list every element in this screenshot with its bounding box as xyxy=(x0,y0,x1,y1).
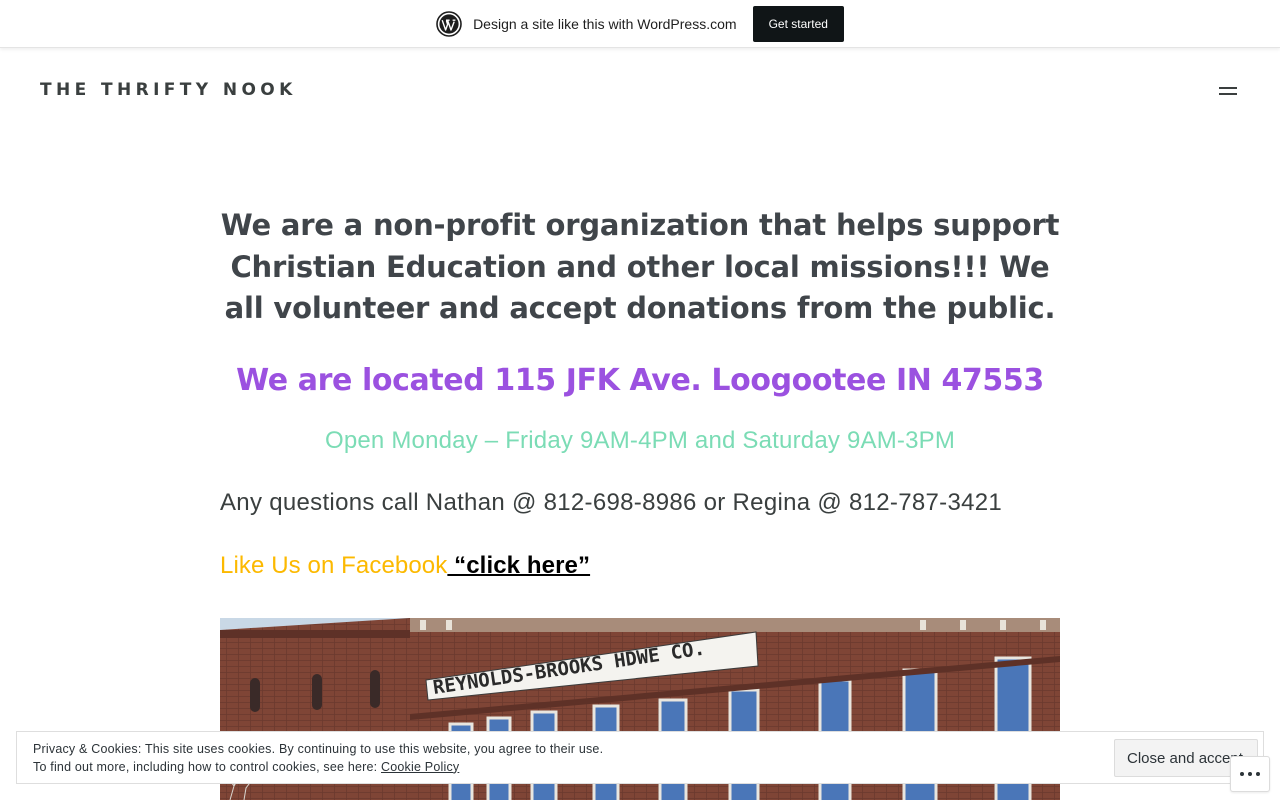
cookie-line-2-prefix: To find out more, including how to contr… xyxy=(33,759,382,774)
cookie-banner: Privacy & Cookies: This site uses cookie… xyxy=(16,731,1264,784)
more-actions-button[interactable] xyxy=(1230,756,1270,792)
cookie-line-2: To find out more, including how to contr… xyxy=(33,758,603,776)
site-title[interactable]: THE THRIFTY NOOK xyxy=(40,80,297,100)
get-started-button[interactable]: Get started xyxy=(752,5,844,42)
ellipsis-dot xyxy=(1256,772,1260,776)
ellipsis-icon xyxy=(1240,772,1244,776)
hamburger-menu-icon[interactable] xyxy=(1217,85,1239,97)
address-text: We are located 115 JFK Ave. Loogootee IN… xyxy=(236,362,1044,398)
facebook-line: Like Us on Facebook “click here” xyxy=(220,551,1060,581)
promo-text: Design a site like this with WordPress.c… xyxy=(473,15,737,32)
intro-heading: We are a non-profit organization that he… xyxy=(220,208,1060,325)
wordpress-logo-icon[interactable] xyxy=(436,10,462,37)
cookie-text: Privacy & Cookies: This site uses cookie… xyxy=(33,740,603,776)
ellipsis-dot xyxy=(1248,772,1252,776)
hours-text: Open Monday – Friday 9AM-4PM and Saturda… xyxy=(324,426,956,454)
main-content: We are a non-profit organization that he… xyxy=(220,205,1060,581)
wordpress-promo-bar: Design a site like this with WordPress.c… xyxy=(0,0,1280,48)
contact-text: Any questions call Nathan @ 812-698-8986… xyxy=(220,488,1003,516)
cookie-policy-link[interactable]: Cookie Policy xyxy=(381,760,459,774)
facebook-label: Like Us on Facebook xyxy=(220,551,448,579)
facebook-link[interactable]: “click here” xyxy=(447,552,590,579)
cookie-line-1: Privacy & Cookies: This site uses cookie… xyxy=(33,741,604,756)
